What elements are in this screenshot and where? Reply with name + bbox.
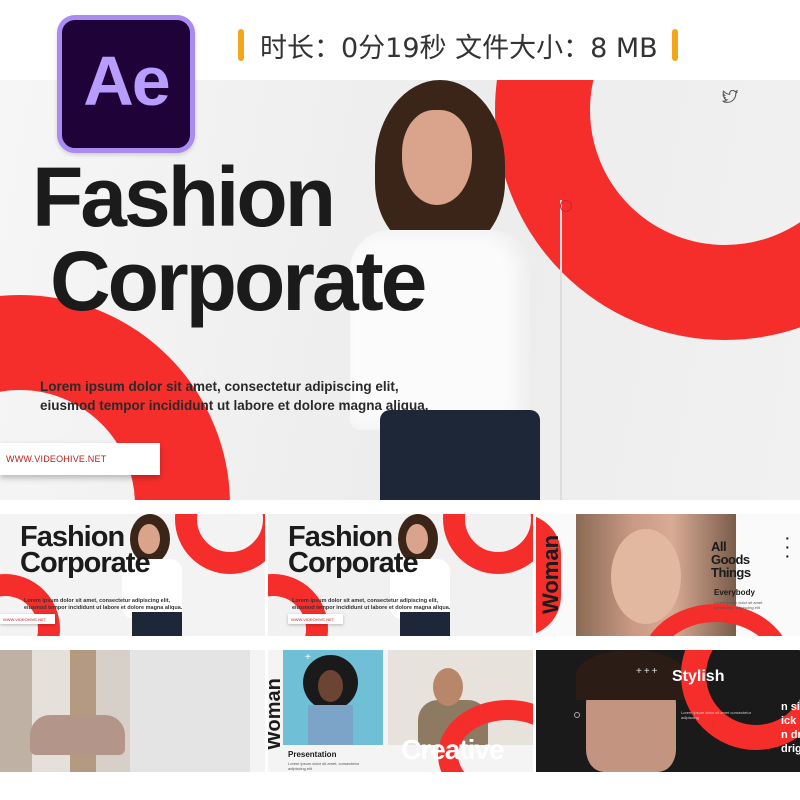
preview-thumbnail-5: + Woman Presentation Lorem ipsum dolor s… <box>268 650 533 772</box>
after-effects-logo-icon: Ae <box>57 15 195 153</box>
thumbnail-body: Lorem ipsum dolor sit amet, consectetur … <box>292 598 451 611</box>
model-pants <box>400 612 450 636</box>
stylish-heading: Stylish <box>672 668 725 685</box>
info-accent-right <box>671 29 678 61</box>
model-face <box>433 668 463 706</box>
thumbnail-url: WWW.VIDEOHIVE.NET <box>288 614 343 624</box>
thumbnail-copy: Lorem ipsum dolor sit amet consectetur a… <box>714 600 763 610</box>
side-text: n si ick n dr drig <box>781 700 800 756</box>
file-info-bar: 时长：0分19秒 文件大小：8 MB <box>238 28 678 64</box>
portrait-face <box>611 529 681 624</box>
thumbnail-copy: Lorem ipsum dolor sit amet, consectetur … <box>288 761 360 771</box>
goods-heading: All Goods Things <box>711 540 751 579</box>
plus-icon: + <box>305 652 311 663</box>
hero-body-line1: Lorem ipsum dolor sit amet, consectetur … <box>40 379 399 394</box>
presentation-label: Presentation <box>288 750 337 759</box>
preview-thumbnail-6: +++ Stylish Lorem ipsum dolor sit amet c… <box>536 650 800 772</box>
hero-url-box: WWW.VIDEOHIVE.NET <box>0 443 160 475</box>
model-outfit <box>308 705 353 745</box>
thumbnail-title: Fashion Corporate <box>288 523 419 579</box>
thumbnail-title-line2: Corporate <box>20 547 151 579</box>
hero-title-line2: Corporate <box>50 234 427 328</box>
hero-title: Fashion Corporate <box>32 150 427 328</box>
file-info-text: 时长：0分19秒 文件大小：8 MB <box>260 32 658 64</box>
photo-stripe <box>130 650 250 772</box>
photo-stripe <box>0 650 32 772</box>
model-face <box>318 670 343 702</box>
thumbnail-body: Lorem ipsum dolor sit amet, consectetur … <box>24 598 183 611</box>
goods-line3: Things <box>711 565 751 580</box>
side-text-line2: ick <box>781 715 797 727</box>
vertical-dots-icon: · · · <box>785 530 790 564</box>
photo-stripe <box>250 650 265 772</box>
hero-body-text: Lorem ipsum dolor sit amet, consectetur … <box>40 377 500 415</box>
model-pants <box>132 612 182 636</box>
preview-thumbnail-2: Fashion Corporate Lorem ipsum dolor sit … <box>268 514 533 636</box>
vertical-word: Woman <box>538 534 563 614</box>
red-ring-decoration <box>175 514 265 574</box>
preview-thumbnail-3: Woman All Goods Things Everybody Lorem i… <box>536 514 800 636</box>
everybody-label: Everybody <box>714 588 755 597</box>
thumbnail-title-line2: Corporate <box>288 547 419 579</box>
small-circle-decoration <box>560 200 572 212</box>
model-pants <box>380 410 540 500</box>
handbag-photo <box>30 715 125 755</box>
info-accent-left <box>238 29 244 61</box>
side-text-line1: n si <box>781 701 800 713</box>
portrait-hair <box>576 650 686 700</box>
preview-thumbnail-1: Fashion Corporate Lorem ipsum dolor sit … <box>0 514 265 636</box>
plus-icons: +++ <box>636 666 660 677</box>
background-line <box>560 200 562 500</box>
side-text-line3: n dr <box>781 729 800 741</box>
twitter-icon <box>722 89 740 108</box>
ae-logo-text: Ae <box>83 42 170 120</box>
creative-heading: Creative <box>401 734 505 765</box>
preview-thumbnail-4 <box>0 650 265 772</box>
small-circle-decoration <box>574 712 580 718</box>
thumbnail-title: Fashion Corporate <box>20 523 151 579</box>
hero-title-line1: Fashion <box>32 150 336 244</box>
hero-body-line2: eiusmod tempor incididunt ut labore et d… <box>40 398 429 413</box>
thumbnail-url: WWW.VIDEOHIVE.NET <box>0 614 55 624</box>
red-ring-decoration <box>443 514 533 574</box>
thumbnail-copy: Lorem ipsum dolor sit amet consectetur a… <box>681 710 752 720</box>
side-text-line4: drig <box>781 743 800 755</box>
vertical-word: Woman <box>268 678 285 750</box>
